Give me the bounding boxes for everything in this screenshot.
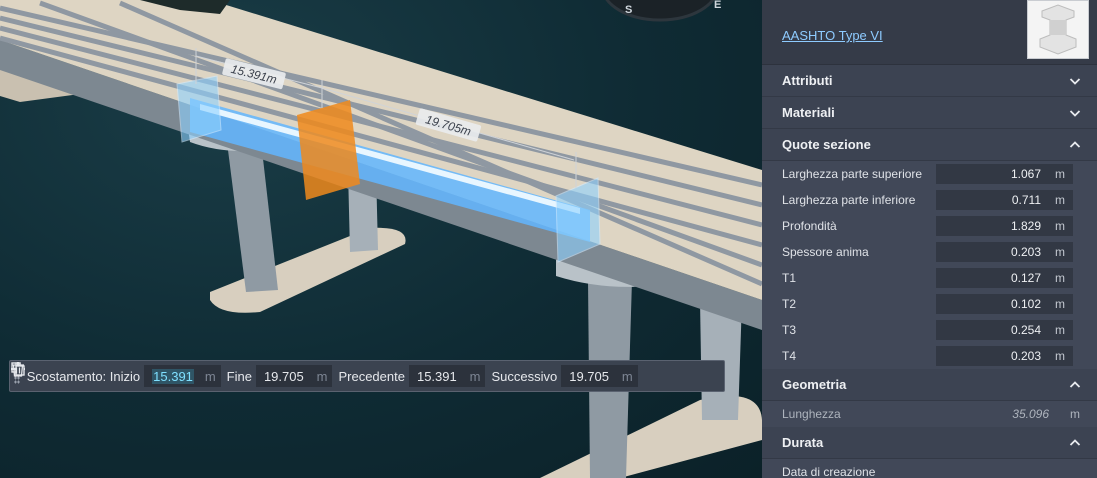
section-plane-active [297,100,360,200]
length-label: Lunghezza [782,407,841,421]
property-value: 0.102 [1010,297,1041,311]
property-input[interactable]: 0.203 m [936,242,1073,262]
property-value: 0.127 [1010,271,1041,285]
property-row: T4 0.203 m [762,343,1097,369]
compass-east-letter: E [714,0,721,11]
3d-viewport[interactable]: 15.391 m 19.705 m S E Scostamento: Inizio … [0,0,762,478]
property-unit: m [1055,219,1065,233]
section-title: Quote sezione [782,137,871,152]
property-unit: m [1055,271,1065,285]
property-value: 1.067 [1010,167,1041,181]
chevron-down-icon [1069,109,1081,117]
property-row: T1 0.127 m [762,265,1097,291]
end-offset-input[interactable]: 19.705 m [255,365,333,387]
property-unit: m [1055,349,1065,363]
compass: S E [605,0,721,22]
property-label: T4 [782,349,797,363]
property-unit: m [1055,245,1065,259]
previous-label: Precedente [338,368,405,384]
property-row: Larghezza parte superiore 1.067 m [762,161,1097,187]
property-row: T3 0.254 m [762,317,1097,343]
property-row: Larghezza parte inferiore 0.711 m [762,187,1097,213]
next-label: Successivo [491,368,558,384]
property-value: 0.203 [1010,245,1041,259]
property-value: 1.829 [1010,219,1041,233]
add-button[interactable] [11,362,671,388]
property-label: T2 [782,297,797,311]
previous-offset-input[interactable]: 15.391 m [408,365,486,387]
section-quote-sezione[interactable]: Quote sezione [762,129,1097,161]
property-unit: m [1055,193,1065,207]
section-durata[interactable]: Durata [762,427,1097,459]
section-title: Attributi [782,73,833,88]
section-attributi[interactable]: Attributi [762,65,1097,97]
property-unit: m [1055,297,1065,311]
quote-sezione-body: Larghezza parte superiore 1.067 m Larghez… [762,161,1097,369]
previous-offset-value: 15.391 [416,368,457,384]
property-input[interactable]: 1.067 m [936,164,1073,184]
start-offset-input[interactable]: 15.391 m [144,365,221,387]
section-plane-start [176,75,222,143]
creation-date-row: Data di creazione [762,459,1097,478]
length-row: Lunghezza 35.096 m [762,401,1097,427]
trash-icon [12,362,24,377]
unit-label: m [316,368,328,384]
bridge-scene: 15.391 m 19.705 m S E [0,0,762,478]
next-offset-value: 19.705 [569,368,609,384]
property-value: 0.203 [1010,349,1041,363]
section-title: Durata [782,435,824,450]
length-value: 35.096 [1012,407,1049,421]
properties-panel: AASHTO Type VI Attributi Materiali Quote… [762,0,1097,478]
girder-type-link[interactable]: AASHTO Type VI [782,28,883,43]
property-input[interactable]: 0.102 m [936,294,1073,314]
property-row: Spessore anima 0.203 m [762,239,1097,265]
section-title: Materiali [782,105,835,120]
start-offset-value: 15.391 [152,368,194,384]
offset-toolbar: Scostamento: Inizio 15.391 m Fine 19.705… [9,360,725,392]
delete-button[interactable] [12,362,724,388]
property-input[interactable]: 0.127 m [936,268,1073,288]
end-label: Fine [226,368,252,384]
next-offset-input[interactable]: 19.705 m [561,365,638,387]
property-label: T1 [782,271,797,285]
unit-label: m [621,368,633,384]
property-input[interactable]: 1.829 m [936,216,1073,236]
property-row: T2 0.102 m [762,291,1097,317]
chevron-up-icon [1069,438,1081,446]
creation-date-label: Data di creazione [782,465,876,478]
property-input[interactable]: 0.254 m [936,320,1073,340]
property-input[interactable]: 0.203 m [936,346,1073,366]
unit-label: m [204,368,216,384]
property-label: Larghezza parte superiore [782,167,923,181]
property-input[interactable]: 0.711 m [936,190,1073,210]
property-label: Larghezza parte inferiore [782,193,916,207]
start-label: Scostamento: Inizio [26,368,141,384]
property-row: Profondità 1.829 m [762,213,1097,239]
pier-column [228,150,278,292]
chevron-down-icon [1069,77,1081,85]
compass-south-letter: S [625,4,632,16]
property-unit: m [1055,323,1065,337]
girder-thumbnail [1027,0,1089,59]
girder-preview-icon [1039,4,1077,55]
property-value: 0.711 [1011,193,1041,207]
panel-header: AASHTO Type VI [762,0,1097,65]
section-title: Geometria [782,377,847,392]
section-geometria[interactable]: Geometria [762,369,1097,401]
property-label: Spessore anima [782,245,869,259]
property-label: Profondità [782,219,837,233]
section-materiali[interactable]: Materiali [762,97,1097,129]
property-label: T3 [782,323,797,337]
unit-label: m [469,368,481,384]
copy-button[interactable] [11,362,698,388]
length-unit: m [1070,407,1080,421]
chevron-up-icon [1069,380,1081,388]
property-unit: m [1055,167,1065,181]
property-value: 0.254 [1010,323,1041,337]
chevron-up-icon [1069,140,1081,148]
end-offset-value: 19.705 [263,368,304,384]
